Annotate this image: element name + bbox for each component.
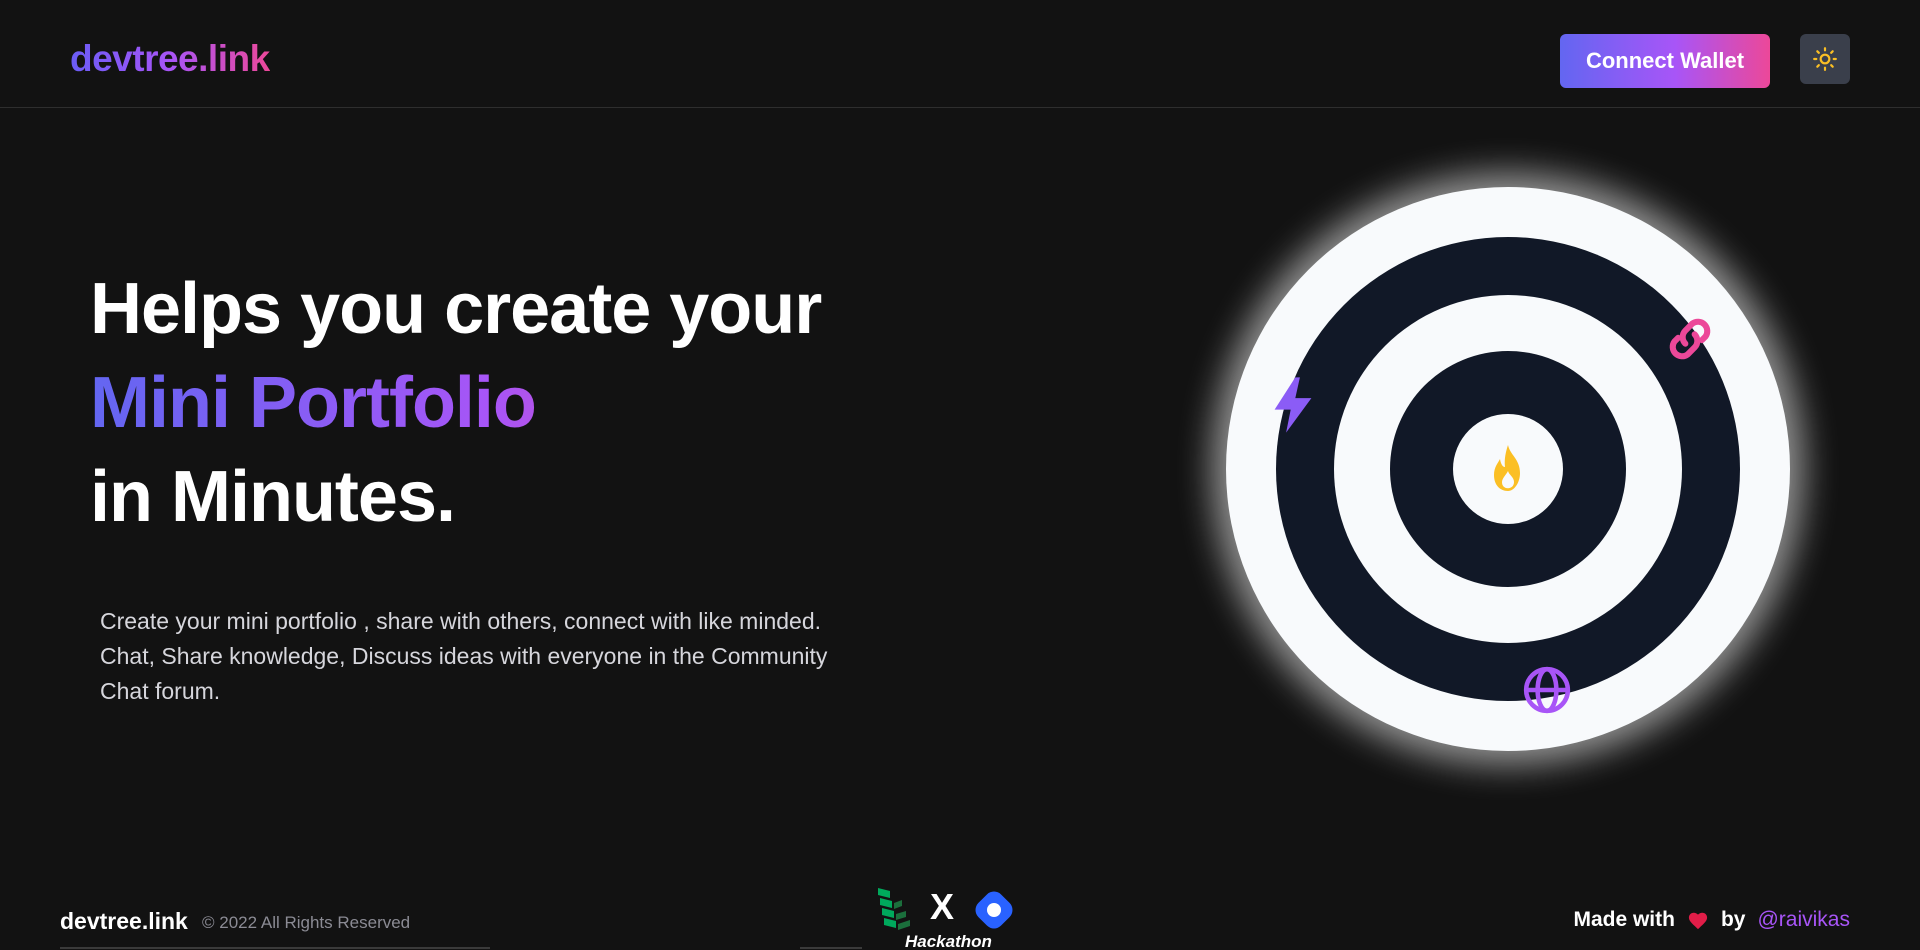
footer-divider — [800, 947, 862, 949]
connect-wallet-button[interactable]: Connect Wallet — [1560, 34, 1770, 88]
heart-icon — [1688, 912, 1708, 930]
footer-divider — [60, 947, 490, 949]
target-illustration — [1226, 187, 1790, 751]
made-with-text: Made with — [1573, 908, 1675, 931]
hero-title-highlight: Mini Portfolio — [90, 356, 821, 450]
hero-description: Create your mini portfolio , share with … — [100, 604, 920, 709]
hackathon-x: X — [930, 886, 955, 927]
footer: devtree.link © 2022 All Rights Reserved … — [0, 860, 1920, 950]
hero-title-line-1: Helps you create your — [90, 269, 822, 349]
fire-icon — [1494, 445, 1520, 491]
hashnode-logo-icon — [975, 891, 1013, 929]
footer-copyright: © 2022 All Rights Reserved — [202, 913, 411, 932]
hackathon-label: Hackathon — [905, 932, 992, 950]
hero-description-line: Chat forum. — [100, 678, 221, 704]
linode-logo-icon — [878, 888, 910, 930]
brand-logo-link[interactable]: devtree.link — [70, 38, 270, 80]
navbar: devtree.link Connect Wallet — [0, 0, 1920, 108]
theme-toggle-button[interactable] — [1800, 34, 1850, 84]
author-link[interactable]: @raivikas — [1757, 908, 1850, 932]
hero-description-line: Create your mini portfolio , share with … — [100, 608, 821, 634]
by-text: by — [1720, 908, 1746, 931]
sun-icon — [1813, 47, 1837, 71]
hero-title: Helps you create your Mini Portfolio in … — [90, 262, 822, 544]
bolt-icon — [1274, 377, 1312, 433]
footer-brand-link[interactable]: devtree.link — [60, 908, 188, 935]
made-with-credit: Made with by @raivikas — [1573, 908, 1850, 932]
hero-description-line: Chat, Share knowledge, Discuss ideas wit… — [100, 643, 828, 669]
globe-icon — [1523, 666, 1571, 714]
hero-title-line-3: in Minutes. — [90, 457, 456, 537]
hackathon-badge: X Hackathon — [870, 872, 1030, 950]
link-icon — [1669, 318, 1711, 360]
